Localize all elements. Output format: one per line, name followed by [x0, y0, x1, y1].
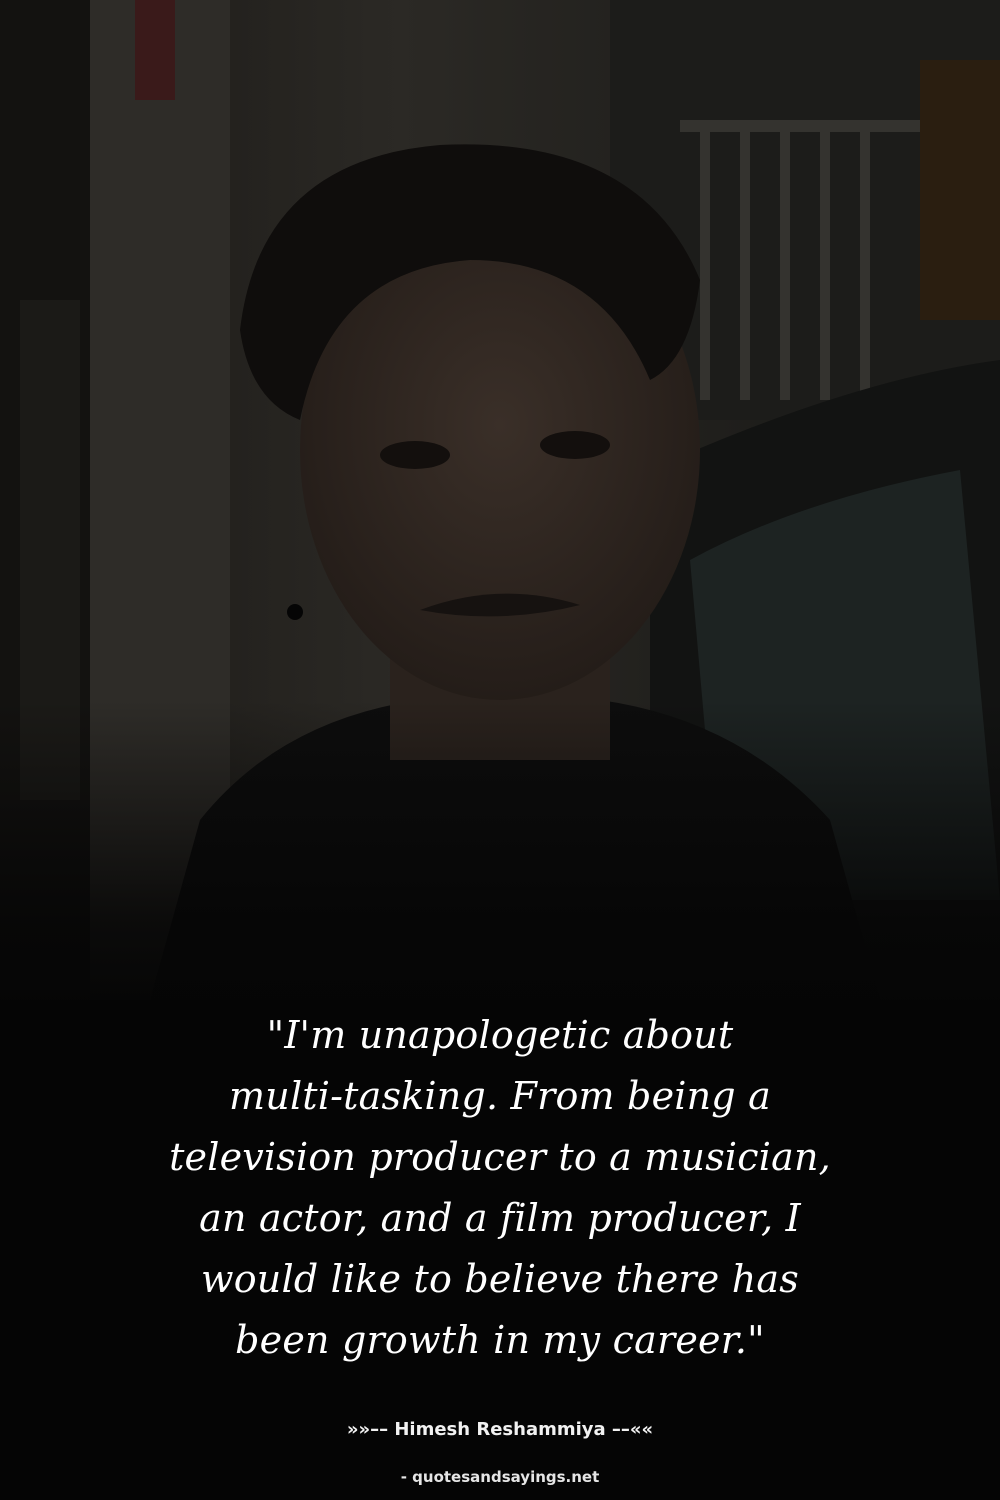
- quote-line: would like to believe there has: [200, 1257, 799, 1301]
- quote-line: television producer to a musician,: [169, 1135, 831, 1179]
- quote-line: an actor, and a film producer, I: [199, 1196, 801, 1240]
- quote-line: been growth in my career.": [235, 1318, 765, 1362]
- quote-text: "I'm unapologetic about multi-tasking. F…: [120, 1005, 880, 1371]
- source-watermark: - quotesandsayings.net: [400, 1468, 600, 1486]
- quote-line: "I'm unapologetic about: [266, 1013, 734, 1057]
- quote-author: »»–– Himesh Reshammiya ––««: [346, 1419, 654, 1440]
- quote-line: multi-tasking. From being a: [229, 1074, 771, 1118]
- photo-fade-overlay: [0, 700, 1000, 1020]
